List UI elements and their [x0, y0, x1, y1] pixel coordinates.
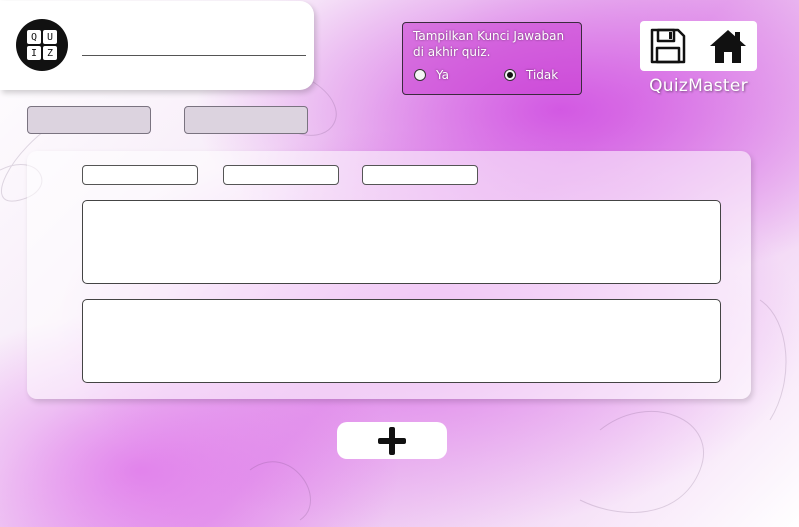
brand-name: QuizMaster [649, 76, 748, 96]
top-tab-button-2[interactable] [184, 106, 308, 134]
question-option-tab-1[interactable] [82, 165, 198, 185]
quiz-title-card: Q U I Z [0, 1, 314, 90]
answer-textarea[interactable] [82, 299, 721, 383]
radio-label: Ya [436, 68, 450, 82]
house-icon[interactable] [708, 26, 748, 66]
logo-letter: I [27, 46, 41, 60]
quiz-logo: Q U I Z [16, 19, 68, 71]
radio-option-tidak[interactable]: Tidak [504, 67, 558, 83]
question-option-tab-3[interactable] [362, 165, 478, 185]
logo-letter: Z [43, 46, 57, 60]
logo-letter: U [43, 30, 57, 44]
logo-letter: Q [27, 30, 41, 44]
question-textarea[interactable] [82, 200, 721, 284]
answer-key-question: Tampilkan Kunci Jawaban di akhir quiz. [413, 29, 565, 59]
question-option-tab-2[interactable] [223, 165, 339, 185]
answer-key-options: Ya Tidak [412, 67, 572, 83]
top-tab-button-1[interactable] [27, 106, 151, 134]
floppy-disk-icon[interactable] [648, 26, 688, 66]
plus-icon [378, 426, 406, 455]
radio-label: Tidak [526, 68, 559, 82]
radio-button-selected[interactable] [504, 69, 516, 81]
answer-key-setting: Tampilkan Kunci Jawaban di akhir quiz. Y… [402, 22, 582, 95]
add-question-button[interactable] [337, 422, 447, 459]
radio-button[interactable] [414, 69, 426, 81]
quiz-title-input[interactable] [82, 55, 306, 56]
radio-option-ya[interactable]: Ya [414, 67, 449, 83]
toolbar [640, 21, 757, 71]
